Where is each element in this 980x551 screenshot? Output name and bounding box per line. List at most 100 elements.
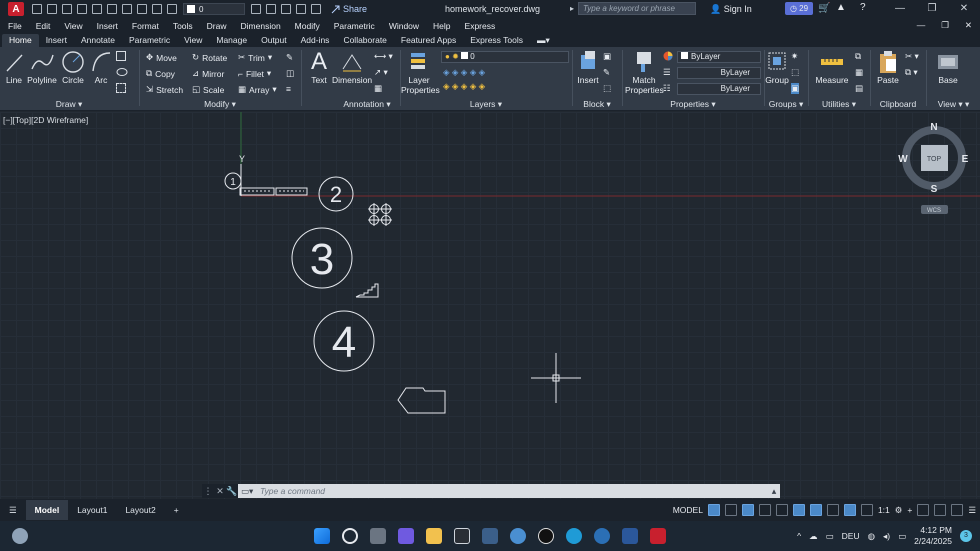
trim-tool[interactable]: ✂ Trim ▾: [238, 52, 272, 63]
tab-annotate[interactable]: Annotate: [74, 34, 122, 47]
snap-toggle[interactable]: [724, 504, 737, 516]
new-file-icon[interactable]: [32, 4, 42, 14]
battery-icon[interactable]: ▭: [898, 531, 906, 542]
menu-dimension[interactable]: Dimension: [241, 21, 281, 31]
layer-tools-row2[interactable]: ◈ ◈ ◈ ◈ ◈: [443, 81, 485, 92]
layer-tools-row1[interactable]: ◈ ◈ ◈ ◈ ◈: [443, 67, 485, 78]
ortho-toggle[interactable]: [741, 504, 754, 516]
panel-title-groups[interactable]: Groups ▾: [765, 98, 807, 110]
menu-tools[interactable]: Tools: [173, 21, 193, 31]
menu-file[interactable]: File: [8, 21, 22, 31]
panel-title-draw[interactable]: Draw ▾: [0, 98, 138, 110]
model-space-button[interactable]: MODEL: [673, 505, 703, 515]
maximize-button[interactable]: ❐: [916, 0, 948, 18]
arc-tool[interactable]: Arc: [90, 49, 112, 85]
menu-help[interactable]: Help: [433, 21, 450, 31]
clean-screen-toggle[interactable]: [951, 504, 964, 516]
tab-express-tools[interactable]: Express Tools: [463, 34, 530, 47]
match-properties-tool[interactable]: Match Properties: [625, 49, 664, 95]
add-icon[interactable]: +: [907, 505, 912, 515]
panel-title-layers[interactable]: Layers ▾: [401, 98, 571, 110]
copy-tool[interactable]: ⧉ Copy: [146, 68, 175, 79]
mirror-tool[interactable]: ⊿ Mirror: [192, 68, 224, 79]
object-snap-tracking-toggle[interactable]: [792, 504, 805, 516]
layer-lock-icon[interactable]: [167, 4, 177, 14]
insert-block-tool[interactable]: Insert: [575, 49, 601, 85]
layout-tabs-menu-icon[interactable]: ☰: [0, 500, 26, 520]
command-input[interactable]: ▭▾ Type a command: [238, 484, 768, 498]
lightbulb-icon[interactable]: [137, 4, 147, 14]
help-icon[interactable]: ?: [860, 2, 866, 13]
close-button[interactable]: ✕: [948, 0, 980, 18]
search-input[interactable]: Type a keyword or phrase: [578, 2, 697, 15]
sign-in-button[interactable]: 👤 Sign In: [710, 4, 752, 15]
menu-window[interactable]: Window: [389, 21, 419, 31]
tab-insert[interactable]: Insert: [39, 34, 74, 47]
tray-chevron-icon[interactable]: ^: [797, 531, 801, 541]
command-history-toggle[interactable]: ▴: [768, 484, 780, 498]
ungroup-icon[interactable]: ✷: [791, 51, 798, 62]
cart-icon[interactable]: 🛒: [818, 3, 830, 14]
tab-parametric[interactable]: Parametric: [122, 34, 177, 47]
tab-manage[interactable]: Manage: [209, 34, 254, 47]
measure-tool[interactable]: Measure: [813, 49, 851, 85]
linetype-icon[interactable]: ☷: [663, 83, 671, 94]
menu-draw[interactable]: Draw: [207, 21, 227, 31]
redo-icon[interactable]: [281, 4, 291, 14]
polar-toggle[interactable]: [758, 504, 771, 516]
rectangle-icon[interactable]: [116, 51, 126, 61]
polyline-tool[interactable]: Polyline: [27, 49, 57, 85]
ellipse-icon[interactable]: [116, 67, 128, 77]
autocad-app-icon[interactable]: A: [8, 2, 24, 16]
github-icon[interactable]: [538, 528, 554, 544]
menu-parametric[interactable]: Parametric: [334, 21, 375, 31]
panel-title-properties[interactable]: Properties ▾: [623, 98, 763, 110]
edge-icon[interactable]: [566, 528, 582, 544]
ribbon-options-toggle[interactable]: ▬▾: [530, 34, 557, 47]
hardware-acceleration-toggle[interactable]: [934, 504, 947, 516]
weather-icon[interactable]: [12, 528, 28, 544]
store-icon[interactable]: [482, 528, 498, 544]
dimension-tool[interactable]: Dimension: [332, 49, 372, 85]
panel-title-modify[interactable]: Modify ▾: [140, 98, 300, 110]
command-line-grip[interactable]: ⋮: [202, 484, 214, 498]
panel-title-clipboard[interactable]: Clipboard: [871, 98, 925, 110]
tab-home[interactable]: Home: [2, 34, 39, 47]
layer-list-dropdown[interactable]: ● ✹ 0: [441, 51, 569, 63]
text-tool[interactable]: A Text: [308, 49, 330, 86]
base-view-tool[interactable]: Base: [933, 49, 963, 85]
color-wheel-icon[interactable]: [663, 51, 673, 61]
doc-minimize-button[interactable]: —: [917, 18, 926, 33]
volume-icon[interactable]: ◂): [883, 531, 890, 542]
quick-select-icon[interactable]: ⧉: [855, 51, 861, 62]
customization-menu-icon[interactable]: ☰: [968, 505, 976, 516]
group-tool[interactable]: Group: [765, 49, 789, 85]
teams-chat-icon[interactable]: [398, 528, 414, 544]
grid-toggle[interactable]: [707, 504, 720, 516]
file-explorer-icon[interactable]: [426, 528, 442, 544]
isolate-icon[interactable]: [296, 4, 306, 14]
annotation-visibility-toggle[interactable]: [843, 504, 856, 516]
auto-scale-toggle[interactable]: [860, 504, 873, 516]
tray-folder-icon[interactable]: ▭: [826, 531, 834, 542]
create-block-icon[interactable]: ▣: [603, 51, 611, 62]
doc-close-button[interactable]: ✕: [965, 18, 972, 33]
move-tool[interactable]: ✥ Move: [146, 52, 177, 63]
fillet-tool[interactable]: ⌐ Fillet ▾: [238, 68, 271, 79]
lineweight-icon[interactable]: ☰: [663, 67, 671, 78]
menu-express[interactable]: Express: [465, 21, 496, 31]
menu-edit[interactable]: Edit: [36, 21, 51, 31]
autodesk-a360-icon[interactable]: ▲: [836, 2, 846, 13]
hatch-icon[interactable]: [116, 83, 126, 93]
edge-dev-icon[interactable]: [594, 528, 610, 544]
command-customize-icon[interactable]: 🔧: [226, 484, 238, 498]
notification-center-badge[interactable]: 3: [960, 530, 972, 542]
linear-dim-icon[interactable]: ⟷ ▾: [374, 51, 393, 62]
id-point-icon[interactable]: ▤: [855, 83, 863, 94]
annotation-scale[interactable]: 1:1: [878, 505, 890, 515]
edit-block-icon[interactable]: ✎: [603, 67, 610, 78]
group-select-icon[interactable]: ▣: [791, 83, 800, 94]
calculator-icon[interactable]: ▦: [855, 67, 863, 78]
menu-format[interactable]: Format: [132, 21, 159, 31]
open-file-icon[interactable]: [47, 4, 57, 14]
